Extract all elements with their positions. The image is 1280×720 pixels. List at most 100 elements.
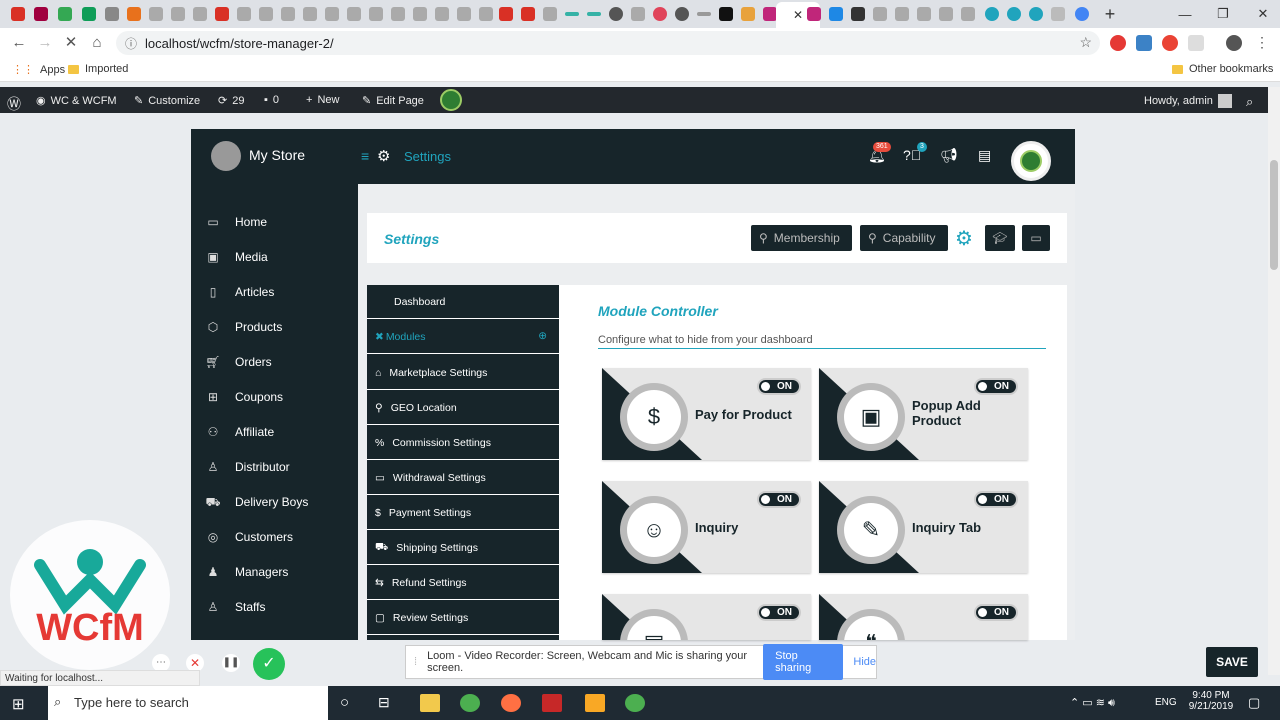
tab-40[interactable] <box>958 4 978 24</box>
firefox-icon[interactable] <box>501 694 521 712</box>
chrome-extension-icon[interactable] <box>1162 35 1178 51</box>
settings-menu-shipping[interactable]: ⛟ Shipping Settings <box>367 531 559 565</box>
gear-icon[interactable]: ⚙ <box>955 226 973 251</box>
tab-4[interactable] <box>102 4 122 24</box>
tab-16[interactable] <box>366 4 386 24</box>
store-logo[interactable] <box>211 141 241 171</box>
tab-5[interactable] <box>124 4 144 24</box>
tab-24[interactable] <box>584 4 604 24</box>
clock[interactable]: 9:40 PM 9/21/2019 <box>1186 690 1236 712</box>
sidebar-item-customers[interactable]: ◎ Customers <box>205 530 293 544</box>
sidebar-item-articles[interactable]: ▯ Articles <box>205 285 275 299</box>
tab-2[interactable] <box>55 4 75 24</box>
back-icon[interactable]: ← <box>8 33 30 53</box>
adminbar-site[interactable]: ◉ WC & WCFM <box>36 94 117 108</box>
tab-44[interactable] <box>1048 4 1068 24</box>
tab-26[interactable] <box>628 4 648 24</box>
toggle-popup-add-product[interactable]: ON <box>974 378 1018 395</box>
settings-menu-dashboard[interactable]: Dashboard <box>367 285 559 319</box>
sidebar-item-distributor[interactable]: ♙ Distributor <box>205 460 290 474</box>
tab-google[interactable] <box>1072 4 1092 24</box>
scroll-thumb[interactable] <box>1270 160 1278 270</box>
settings-menu-modules[interactable]: ✖ Modules ⊕ <box>367 320 559 354</box>
close-window-icon[interactable]: ✕ <box>1240 0 1280 28</box>
tab-11[interactable] <box>256 4 276 24</box>
other-bookmarks[interactable]: Other bookmarks <box>1172 63 1273 75</box>
close-tab-icon[interactable]: ✕ <box>793 8 803 22</box>
app-icon[interactable] <box>585 694 605 712</box>
profile-avatar[interactable] <box>1226 35 1242 51</box>
tab-36[interactable] <box>870 4 890 24</box>
taskbar-search[interactable]: ⌕ Type here to search <box>48 686 328 720</box>
toggle-inquiry-tab[interactable]: ON <box>974 491 1018 508</box>
tab-42[interactable] <box>1004 4 1024 24</box>
sidebar-item-products[interactable]: ⬡ Products <box>205 320 283 334</box>
search-icon[interactable]: ⌕ <box>1246 94 1253 110</box>
system-tray-icons[interactable]: ⌃ ▭ ≋ 🔊︎ <box>1070 696 1115 710</box>
sidebar-item-staffs[interactable]: ♙ Staffs <box>205 600 266 614</box>
drag-handle-icon[interactable]: ⁞ <box>414 656 417 668</box>
adminbar-comments[interactable]: ▪ 0 <box>264 94 279 106</box>
adminbar-new[interactable]: + New <box>306 94 339 106</box>
hide-button[interactable]: Hide <box>853 656 876 668</box>
settings-menu-marketplace[interactable]: ⌂ Marketplace Settings <box>367 356 559 390</box>
notification-center-icon[interactable]: ▢ <box>1248 695 1260 711</box>
list-icon[interactable]: ▤ <box>978 147 991 164</box>
tab-34[interactable] <box>826 4 846 24</box>
apps-bookmark[interactable]: ⋮⋮ Apps <box>12 63 65 77</box>
cortana-icon[interactable]: ○ <box>340 694 349 711</box>
stop-loading-icon[interactable]: ✕ <box>60 33 82 53</box>
site-logo-icon[interactable] <box>440 89 462 111</box>
filezilla-icon[interactable] <box>542 694 562 712</box>
tab-9[interactable] <box>212 4 232 24</box>
tab-35[interactable] <box>848 4 868 24</box>
stop-sharing-button[interactable]: Stop sharing <box>763 644 844 680</box>
tab-37[interactable] <box>892 4 912 24</box>
megaphone-icon[interactable]: 📢︎ <box>940 147 958 164</box>
tab-gmail-2[interactable] <box>496 4 516 24</box>
forward-icon[interactable]: → <box>34 33 56 53</box>
save-button[interactable]: SAVE <box>1206 647 1258 677</box>
toggle-catalog[interactable]: ON <box>757 604 801 621</box>
extension-icon[interactable] <box>1136 35 1152 51</box>
tab-8[interactable] <box>190 4 210 24</box>
adblock-icon[interactable] <box>1110 35 1126 51</box>
tab-25[interactable] <box>606 4 626 24</box>
sidebar-item-home[interactable]: ▭ Home <box>205 215 267 229</box>
settings-menu-payment[interactable]: $ Payment Settings <box>367 496 559 530</box>
menu-dots-icon[interactable]: ⋮ <box>1255 34 1269 51</box>
language-indicator[interactable]: ENG <box>1155 697 1177 708</box>
tab-29[interactable] <box>694 4 714 24</box>
graduation-cap-button[interactable]: 🎓︎ <box>985 225 1015 251</box>
loom-pause-icon[interactable]: ❚❚ <box>222 654 240 672</box>
tab-3[interactable] <box>79 4 99 24</box>
capability-button[interactable]: ⚲ Capability <box>860 225 948 251</box>
tab-10[interactable] <box>234 4 254 24</box>
settings-menu-geo-location[interactable]: ⚲ GEO Location <box>367 391 559 425</box>
url-text[interactable]: localhost/wcfm/store-manager-2/ <box>145 36 334 51</box>
tab-15[interactable] <box>344 4 364 24</box>
tab-39[interactable] <box>936 4 956 24</box>
tab-41[interactable] <box>982 4 1002 24</box>
tab-38[interactable] <box>914 4 934 24</box>
new-tab-icon[interactable]: + <box>1100 4 1120 24</box>
info-icon[interactable]: ⓘ <box>125 35 137 52</box>
tab-gmail[interactable] <box>8 4 28 24</box>
extension-icon-2[interactable] <box>1188 35 1204 51</box>
tab-17[interactable] <box>388 4 408 24</box>
tab-18[interactable] <box>410 4 430 24</box>
windows-start-icon[interactable]: ⊞ <box>12 695 25 713</box>
wordpress-logo-icon[interactable]: Ⓦ <box>7 94 21 114</box>
tab-31[interactable] <box>738 4 758 24</box>
tab-22[interactable] <box>540 4 560 24</box>
sidebar-item-managers[interactable]: ♟ Managers <box>205 565 289 579</box>
adminbar-edit-page[interactable]: ✎ Edit Page <box>362 94 424 108</box>
sidebar-item-media[interactable]: ▣ Media <box>205 250 267 264</box>
chrome-icon-2[interactable] <box>625 694 645 712</box>
bookmark-star-icon[interactable]: ☆ <box>1079 34 1092 51</box>
tab-12[interactable] <box>278 4 298 24</box>
tab-20[interactable] <box>454 4 474 24</box>
tab-30[interactable] <box>716 4 736 24</box>
tab-43[interactable] <box>1026 4 1046 24</box>
tab-27[interactable] <box>650 4 670 24</box>
